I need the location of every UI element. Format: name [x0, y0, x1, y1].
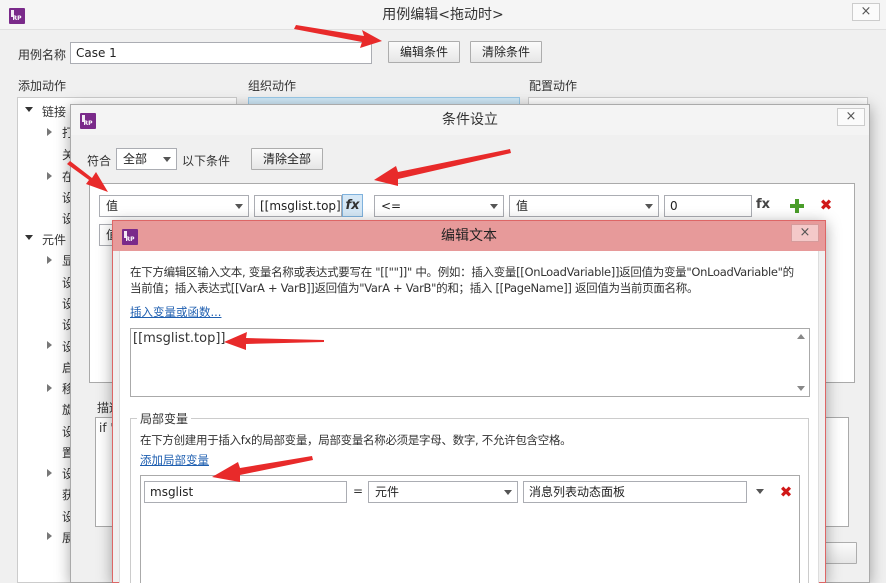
collapsed-icon[interactable]: [47, 469, 52, 477]
text-editor[interactable]: [[msglist.top]]: [130, 328, 810, 397]
instructions-line1: 在下方编辑区输入文本, 变量名称或表达式要写在 "[[""]]" 中。例如：插入…: [130, 265, 794, 279]
condition-value2-input[interactable]: 0: [664, 195, 752, 217]
local-vars-description: 在下方创建用于插入fx的局部变量，局部变量名称必须是字母、数字, 不允许包含空格…: [140, 433, 572, 447]
chevron-down-icon[interactable]: [756, 489, 764, 494]
chevron-down-icon: [235, 204, 243, 209]
axure-logo-icon: RP: [9, 8, 25, 24]
delete-local-var-icon[interactable]: ✖: [779, 485, 793, 500]
match-select-value: 全部: [123, 152, 148, 166]
axure-logo-icon: RP: [122, 229, 138, 245]
scrollbar[interactable]: [793, 329, 809, 396]
scroll-down-icon[interactable]: [797, 386, 805, 391]
local-var-name-input[interactable]: msglist: [144, 481, 347, 503]
tree-item-widgets[interactable]: 元件: [42, 231, 66, 248]
collapsed-icon[interactable]: [47, 172, 52, 180]
close-icon[interactable]: ×: [791, 224, 819, 242]
condition-type-select[interactable]: 值: [99, 195, 249, 217]
instructions-line2: 当前值；插入表达式[[VarA + VarB]]返回值为"VarA + VarB…: [130, 281, 699, 295]
chevron-down-icon: [163, 157, 171, 162]
match-label: 符合: [87, 154, 112, 168]
case-editor-title: 用例编辑<拖动时>: [382, 7, 504, 23]
fx-icon[interactable]: fx: [756, 197, 770, 212]
case-editor-titlebar: RP 用例编辑<拖动时> ×: [0, 0, 886, 30]
clear-all-button[interactable]: 清除全部: [251, 148, 323, 170]
condition-value-input[interactable]: [[msglist.top]]: [254, 195, 342, 217]
configure-action-header: 配置动作: [529, 79, 578, 93]
case-name-input[interactable]: Case 1: [70, 42, 372, 64]
operator-select[interactable]: <=: [374, 195, 504, 217]
local-var-target-input[interactable]: 消息列表动态面板: [523, 481, 747, 503]
chevron-down-icon: [490, 204, 498, 209]
below-conditions-label: 以下条件: [182, 154, 231, 168]
collapsed-icon[interactable]: [47, 384, 52, 392]
local-var-type-select[interactable]: 元件: [368, 481, 518, 503]
condition-type2-value: 值: [516, 199, 529, 213]
clear-condition-button[interactable]: 清除条件: [470, 41, 542, 63]
close-icon[interactable]: ×: [837, 108, 865, 126]
collapsed-icon[interactable]: [47, 128, 52, 136]
scroll-up-icon[interactable]: [797, 334, 805, 339]
collapsed-icon[interactable]: [47, 341, 52, 349]
local-var-type-value: 元件: [375, 485, 400, 499]
condition-title: 条件设立: [442, 112, 498, 128]
add-action-header: 添加动作: [18, 79, 67, 93]
local-var-equals: =: [353, 484, 364, 498]
collapsed-icon[interactable]: [47, 256, 52, 264]
expand-icon[interactable]: [25, 235, 33, 240]
match-select[interactable]: 全部: [116, 148, 177, 170]
edit-text-titlebar: RP 编辑文本 ×: [113, 221, 825, 251]
condition-titlebar: RP 条件设立 ×: [71, 105, 869, 135]
local-vars-title: 局部变量: [137, 410, 192, 427]
chevron-down-icon: [504, 490, 512, 495]
add-condition-icon[interactable]: [790, 199, 804, 213]
insert-variable-link[interactable]: 插入变量或函数...: [130, 304, 221, 320]
collapsed-icon[interactable]: [47, 532, 52, 540]
delete-condition-icon[interactable]: ✖: [819, 198, 833, 213]
local-vars-list: msglist = 元件 消息列表动态面板 ✖: [140, 475, 800, 583]
text-editor-value: [[msglist.top]]: [133, 331, 226, 346]
case-name-label: 用例名称: [18, 48, 67, 62]
edit-condition-button[interactable]: 编辑条件: [388, 41, 460, 63]
condition-type2-select[interactable]: 值: [509, 195, 659, 217]
edit-text-window: RP 编辑文本 × 在下方编辑区输入文本, 变量名称或表达式要写在 "[[""]…: [112, 220, 826, 583]
expand-icon[interactable]: [25, 107, 33, 112]
operator-value: <=: [381, 199, 402, 213]
tree-item-links[interactable]: 链接: [42, 103, 66, 120]
close-icon[interactable]: ×: [852, 3, 880, 21]
chevron-down-icon: [645, 204, 653, 209]
axure-logo-icon: RP: [80, 113, 96, 129]
condition-type-value: 值: [106, 199, 119, 213]
add-local-variable-link[interactable]: 添加局部变量: [140, 452, 209, 468]
organize-action-header: 组织动作: [248, 79, 297, 93]
fx-icon: fx: [345, 198, 360, 213]
edit-text-title: 编辑文本: [441, 228, 497, 244]
fx-button[interactable]: fx: [342, 194, 363, 217]
